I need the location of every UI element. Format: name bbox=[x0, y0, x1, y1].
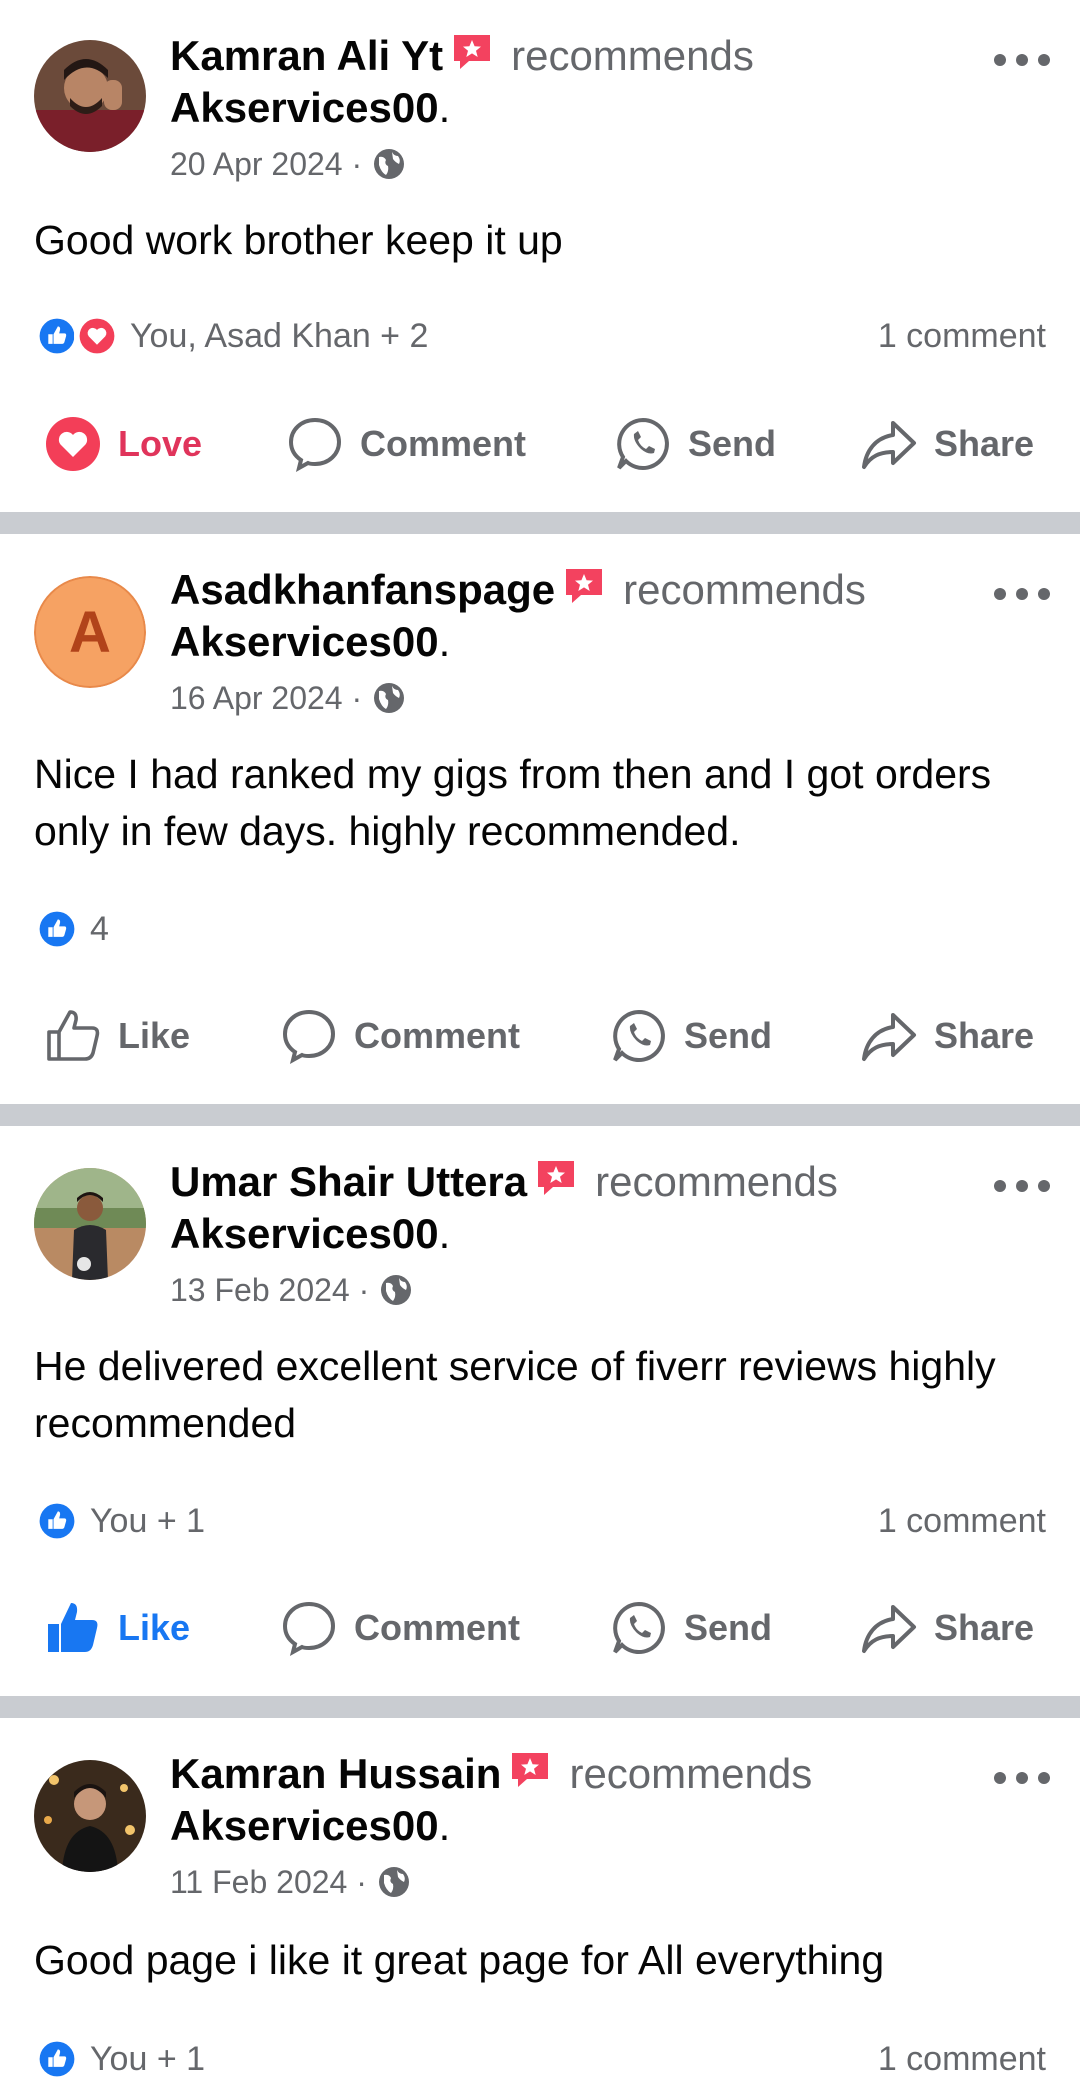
like-icon bbox=[47, 1010, 100, 1061]
reactions-bar[interactable]: 4 bbox=[34, 904, 1046, 954]
globe-icon bbox=[374, 149, 405, 179]
send-icon bbox=[617, 417, 669, 470]
share-button[interactable]: Share bbox=[860, 404, 1034, 484]
like-reaction-icon bbox=[34, 1498, 80, 1544]
author-name[interactable]: Umar Shair Uttera bbox=[170, 1158, 527, 1205]
send-icon bbox=[613, 1601, 665, 1654]
comment-button[interactable]: Comment bbox=[286, 404, 526, 484]
post-separator bbox=[0, 1696, 1080, 1718]
author-name[interactable]: Asadkhanfanspage bbox=[170, 566, 555, 613]
avatar-letter: A bbox=[34, 576, 146, 688]
profile-photo bbox=[34, 1760, 146, 1872]
post-card: Kamran Ali Yt recommends Akservices00. 20… bbox=[0, 0, 1080, 512]
action-bar: Like Comment Send Share bbox=[0, 996, 1080, 1076]
reactions-bar[interactable]: You + 1 1 comment bbox=[34, 2034, 1046, 2083]
globe-icon bbox=[374, 683, 405, 713]
reactions-bar[interactable]: You, Asad Khan + 2 1 comment bbox=[34, 311, 1046, 361]
period: . bbox=[438, 84, 451, 131]
avatar[interactable] bbox=[34, 40, 146, 152]
post-date[interactable]: 11 Feb 2024 · bbox=[170, 1862, 367, 1902]
share-icon bbox=[862, 1013, 916, 1061]
send-button[interactable]: Send bbox=[614, 404, 776, 484]
author-name[interactable]: Kamran Hussain bbox=[170, 1750, 501, 1797]
comment-icon bbox=[282, 1601, 336, 1656]
recommends-text: recommends bbox=[623, 566, 866, 613]
post-date[interactable]: 13 Feb 2024 · bbox=[170, 1270, 369, 1310]
post-header: Kamran Ali Yt recommends Akservices00. 20… bbox=[170, 30, 970, 184]
recommend-badge-icon bbox=[535, 1158, 577, 1198]
page-name[interactable]: Akservices00 bbox=[170, 1210, 439, 1257]
author-name[interactable]: Kamran Ali Yt bbox=[170, 32, 443, 79]
comment-count[interactable]: 1 comment bbox=[878, 317, 1046, 356]
love-reaction-icon bbox=[74, 313, 120, 359]
comment-button[interactable]: Comment bbox=[280, 1588, 520, 1668]
recommends-text: recommends bbox=[569, 1750, 813, 1797]
more-options-icon[interactable] bbox=[994, 48, 1050, 72]
more-options-icon[interactable] bbox=[994, 1174, 1050, 1198]
send-icon bbox=[613, 1009, 665, 1062]
period: . bbox=[438, 1802, 451, 1849]
recommends-text: recommends bbox=[595, 1158, 838, 1205]
reactions-bar[interactable]: You + 1 1 comment bbox=[34, 1496, 1046, 1546]
post-card: Umar Shair Uttera recommends Akservices00… bbox=[0, 1126, 1080, 1696]
like-button[interactable]: Like bbox=[44, 1588, 190, 1668]
post-header: Asadkhanfanspage recommends Akservices00.… bbox=[170, 564, 970, 718]
recommend-badge-icon bbox=[509, 1750, 551, 1790]
more-options-icon[interactable] bbox=[994, 582, 1050, 606]
post-date[interactable]: 16 Apr 2024 · bbox=[170, 678, 362, 718]
post-separator bbox=[0, 512, 1080, 534]
action-bar: Like Comment Send Share bbox=[0, 1588, 1080, 1668]
post-date[interactable]: 20 Apr 2024 · bbox=[170, 144, 362, 184]
recommend-badge-icon bbox=[563, 566, 605, 606]
page-name[interactable]: Akservices00 bbox=[170, 618, 439, 665]
page-name[interactable]: Akservices00 bbox=[170, 84, 439, 131]
comment-icon bbox=[282, 1009, 336, 1064]
reactions-summary: You, Asad Khan + 2 bbox=[130, 316, 429, 355]
send-button[interactable]: Send bbox=[610, 996, 772, 1076]
globe-icon bbox=[381, 1275, 412, 1305]
send-button[interactable]: Send bbox=[610, 1588, 772, 1668]
post-card: Kamran Hussain recommends Akservices00. 1… bbox=[0, 1718, 1080, 2083]
post-text: Nice I had ranked my gigs from then and … bbox=[34, 751, 992, 854]
avatar[interactable] bbox=[34, 1168, 146, 1280]
like-reaction-icon bbox=[34, 2036, 80, 2082]
more-options-icon[interactable] bbox=[994, 1766, 1050, 1790]
reactions-summary: You + 1 bbox=[90, 2039, 206, 2078]
globe-icon bbox=[378, 1867, 409, 1897]
like-button[interactable]: Like bbox=[44, 996, 190, 1076]
post-text: Good work brother keep it up bbox=[34, 217, 563, 263]
love-button[interactable]: Love bbox=[44, 404, 202, 484]
like-reaction-icon bbox=[34, 906, 80, 952]
reactions-summary: 4 bbox=[90, 909, 109, 948]
comment-button[interactable]: Comment bbox=[280, 996, 520, 1076]
post-header: Kamran Hussain recommends Akservices00. 1… bbox=[170, 1748, 970, 1902]
post-card: A Asadkhanfanspage recommends Akservices0… bbox=[0, 534, 1080, 1104]
avatar[interactable]: A bbox=[34, 576, 146, 688]
action-bar: Love Comment Send Share bbox=[0, 404, 1080, 484]
comment-count[interactable]: 1 comment bbox=[878, 1502, 1046, 1541]
recommends-text: recommends bbox=[511, 32, 754, 79]
period: . bbox=[438, 1210, 451, 1257]
share-button[interactable]: Share bbox=[860, 1588, 1034, 1668]
share-button[interactable]: Share bbox=[860, 996, 1034, 1076]
post-text: Good page i like it great page for All e… bbox=[34, 1937, 885, 1983]
avatar[interactable] bbox=[34, 1760, 146, 1872]
post-header: Umar Shair Uttera recommends Akservices00… bbox=[170, 1156, 970, 1310]
reactions-summary: You + 1 bbox=[90, 1501, 206, 1540]
period: . bbox=[438, 618, 451, 665]
love-icon bbox=[46, 417, 100, 471]
share-icon bbox=[862, 421, 916, 469]
like-icon bbox=[48, 1603, 98, 1652]
profile-photo bbox=[34, 40, 146, 152]
post-separator bbox=[0, 1104, 1080, 1126]
post-text: He delivered excellent service of fiverr… bbox=[34, 1343, 996, 1446]
comment-count[interactable]: 1 comment bbox=[878, 2040, 1046, 2079]
comment-icon bbox=[288, 417, 342, 472]
profile-photo bbox=[34, 1168, 146, 1280]
page-name[interactable]: Akservices00 bbox=[170, 1802, 439, 1849]
share-icon bbox=[862, 1605, 916, 1653]
recommend-badge-icon bbox=[451, 32, 493, 72]
